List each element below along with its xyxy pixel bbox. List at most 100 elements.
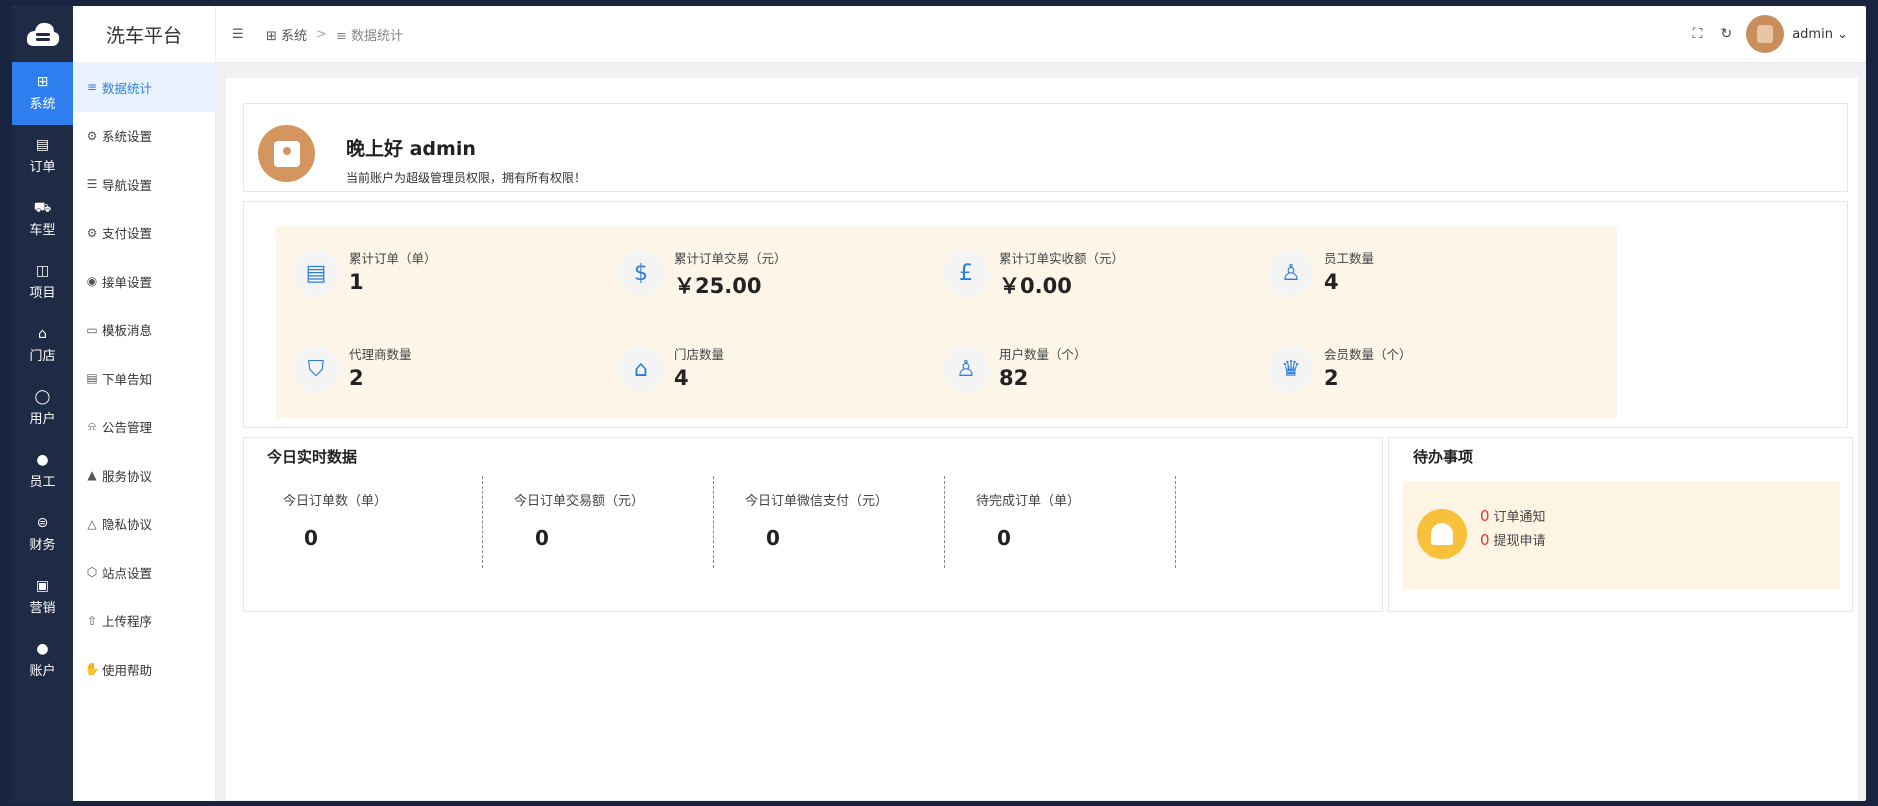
fullscreen-icon[interactable]: ⛶ [1693,26,1703,42]
breadcrumb-current: ≡ 数据统计 [335,28,403,44]
today-metric-value: 0 [304,526,318,550]
submenu-item-label: 支付设置 [102,226,153,242]
today-title: 今日实时数据 [267,448,358,466]
today-metric-label: 今日订单微信支付（元） [745,494,889,509]
order-setting-icon: ◉ [86,274,98,289]
app-logo [12,6,73,62]
todo-order-notice[interactable]: 0 订单通知 [1480,506,1546,525]
welcome-panel: 晚上好 admin 当前账户为超级管理员权限，拥有所有权限！ [243,103,1848,192]
stats-panel: ▤ 累计订单（单） 1 $ 累计订单交易（元） ￥25.00 £ 累计订单实收额（元） ￥0.0… [243,201,1848,428]
breadcrumb-system[interactable]: ⊞ 系统 [266,25,307,44]
nav-icon: ☰ [86,177,98,192]
todo-withdraw-request[interactable]: 0 提现申请 [1480,530,1546,549]
message-icon: ▭ [86,322,98,337]
submenu-item-label: 隐私协议 [102,517,153,533]
rail-item-label: 车型 [29,223,56,238]
today-metric-value: 0 [766,526,780,550]
welcome-avatar-icon [258,125,315,182]
rail-item-6[interactable]: ● 员工 [12,440,73,503]
submenu-item-label: 导航设置 [102,177,153,193]
submenu-item-7[interactable]: ⍾ 公告管理 [73,403,215,452]
rail-item-5[interactable]: ◯ 用户 [12,377,73,440]
user-icon: ◯ [34,389,51,405]
database-icon: ≡ [86,80,98,95]
submenu-item-1[interactable]: ⚙ 系统设置 [73,112,215,161]
collapse-menu-icon[interactable]: ☰ [232,27,252,42]
stat-label: 累计订单（单） [349,251,437,266]
chevron-down-icon: ⌄ [1837,26,1848,42]
submenu-item-label: 系统设置 [102,129,153,145]
dollar-icon: $ [618,250,664,296]
submenu-item-8[interactable]: ▲ 服务协议 [73,451,215,500]
stat-value: 4 [1324,270,1339,294]
store-icon: ⌂ [618,346,664,392]
submenu-item-9[interactable]: △ 隐私协议 [73,500,215,549]
submenu-item-0[interactable]: ≡ 数据统计 [73,63,215,112]
today-metric: 今日订单交易额（元） 0 [483,476,714,568]
todo-order-label: 订单通知 [1493,510,1546,525]
submenu-item-label: 公告管理 [102,420,153,436]
car-icon: ⛟ [33,200,52,216]
primary-sidebar: ⊞ 系统 ▤ 订单 ⛟ 车型 ◫ 项目 ⌂ 门店 ◯ 用户 ● 员工 ⊜ 财务 ▣ 营销 ● 账户 [12,6,73,801]
submenu-item-label: 数据统计 [102,80,153,96]
submenu-item-3[interactable]: ⚙ 支付设置 [73,209,215,258]
rail-item-4[interactable]: ⌂ 门店 [12,314,73,377]
breadcrumb-separator: > [316,26,327,42]
stat-label: 员工数量 [1324,251,1375,266]
submenu-item-6[interactable]: ▤ 下单告知 [73,354,215,403]
submenu-item-11[interactable]: ⇧ 上传程序 [73,597,215,646]
submenu-item-label: 下单告知 [102,371,153,387]
submenu-item-12[interactable]: ✋ 使用帮助 [73,645,215,694]
rail-item-3[interactable]: ◫ 项目 [12,251,73,314]
pound-icon: £ [943,250,989,296]
secondary-sidebar: 洗车平台 ≡ 数据统计 ⚙ 系统设置 ☰ 导航设置 ⚙ 支付设置 ◉ 接单设置 ▭ 模板消息 ▤ 下单告知… [73,6,216,801]
app-window: ⊞ 系统 ▤ 订单 ⛟ 车型 ◫ 项目 ⌂ 门店 ◯ 用户 ● 员工 ⊜ 财务 ▣ 营销 ● 账户 洗车平台 ≡ 数据统… [12,6,1866,801]
breadcrumb-system-label: 系统 [281,28,308,44]
today-metric: 待完成订单（单） 0 [945,476,1176,568]
stat-card: ♛ 会员数量（个） 2 [1251,322,1617,418]
stat-card: ♙ 员工数量 4 [1251,226,1617,322]
stat-label: 会员数量（个） [1324,347,1412,362]
today-metric-value: 0 [997,526,1011,550]
stat-label: 门店数量 [674,347,725,362]
rail-item-0[interactable]: ⊞ 系统 [12,62,73,125]
gear-icon: ⚙ [86,225,98,240]
stat-value: 4 [674,366,689,390]
stat-card: $ 累计订单交易（元） ￥25.00 [601,226,967,322]
rail-item-label: 账户 [29,664,56,679]
submenu-item-4[interactable]: ◉ 接单设置 [73,257,215,306]
stat-label: 累计订单交易（元） [674,251,787,266]
cloud-logo-icon [26,22,59,46]
rail-item-1[interactable]: ▤ 订单 [12,125,73,188]
rail-item-7[interactable]: ⊜ 财务 [12,503,73,566]
today-metric-label: 今日订单数（单） [283,494,388,509]
stat-value: 2 [1324,366,1339,390]
today-metric-label: 待完成订单（单） [976,494,1081,509]
grid-icon: ⊞ [36,74,49,90]
stat-value: 1 [349,270,364,294]
submenu-item-5[interactable]: ▭ 模板消息 [73,306,215,355]
rail-item-9[interactable]: ● 账户 [12,629,73,692]
bell-icon [1417,509,1467,559]
warning-icon: △ [87,516,97,531]
user-name: admin [1792,26,1833,42]
submenu-item-2[interactable]: ☰ 导航设置 [73,160,215,209]
stat-card: ⛉ 代理商数量 2 [276,322,642,418]
rail-item-8[interactable]: ▣ 营销 [12,566,73,629]
submenu-item-label: 站点设置 [102,565,153,581]
rail-item-label: 项目 [29,286,56,301]
rail-item-2[interactable]: ⛟ 车型 [12,188,73,251]
shield-user-icon: ⛉ [293,346,339,392]
marketing-icon: ▣ [35,578,50,594]
notice-icon: ▤ [86,371,98,386]
refresh-icon[interactable]: ↻ [1720,26,1732,42]
user-menu[interactable]: admin ⌄ [1792,27,1848,42]
store-icon: ⌂ [38,326,47,342]
stat-card: £ 累计订单实收额（元） ￥0.00 [926,226,1292,322]
warning-filled-icon: ▲ [87,468,97,483]
submenu-item-10[interactable]: ⬡ 站点设置 [73,548,215,597]
breadcrumb-current-label: 数据统计 [350,28,403,44]
stat-label: 用户数量（个） [999,347,1087,362]
avatar[interactable] [1746,15,1785,53]
today-metric: 今日订单数（单） 0 [252,476,483,568]
